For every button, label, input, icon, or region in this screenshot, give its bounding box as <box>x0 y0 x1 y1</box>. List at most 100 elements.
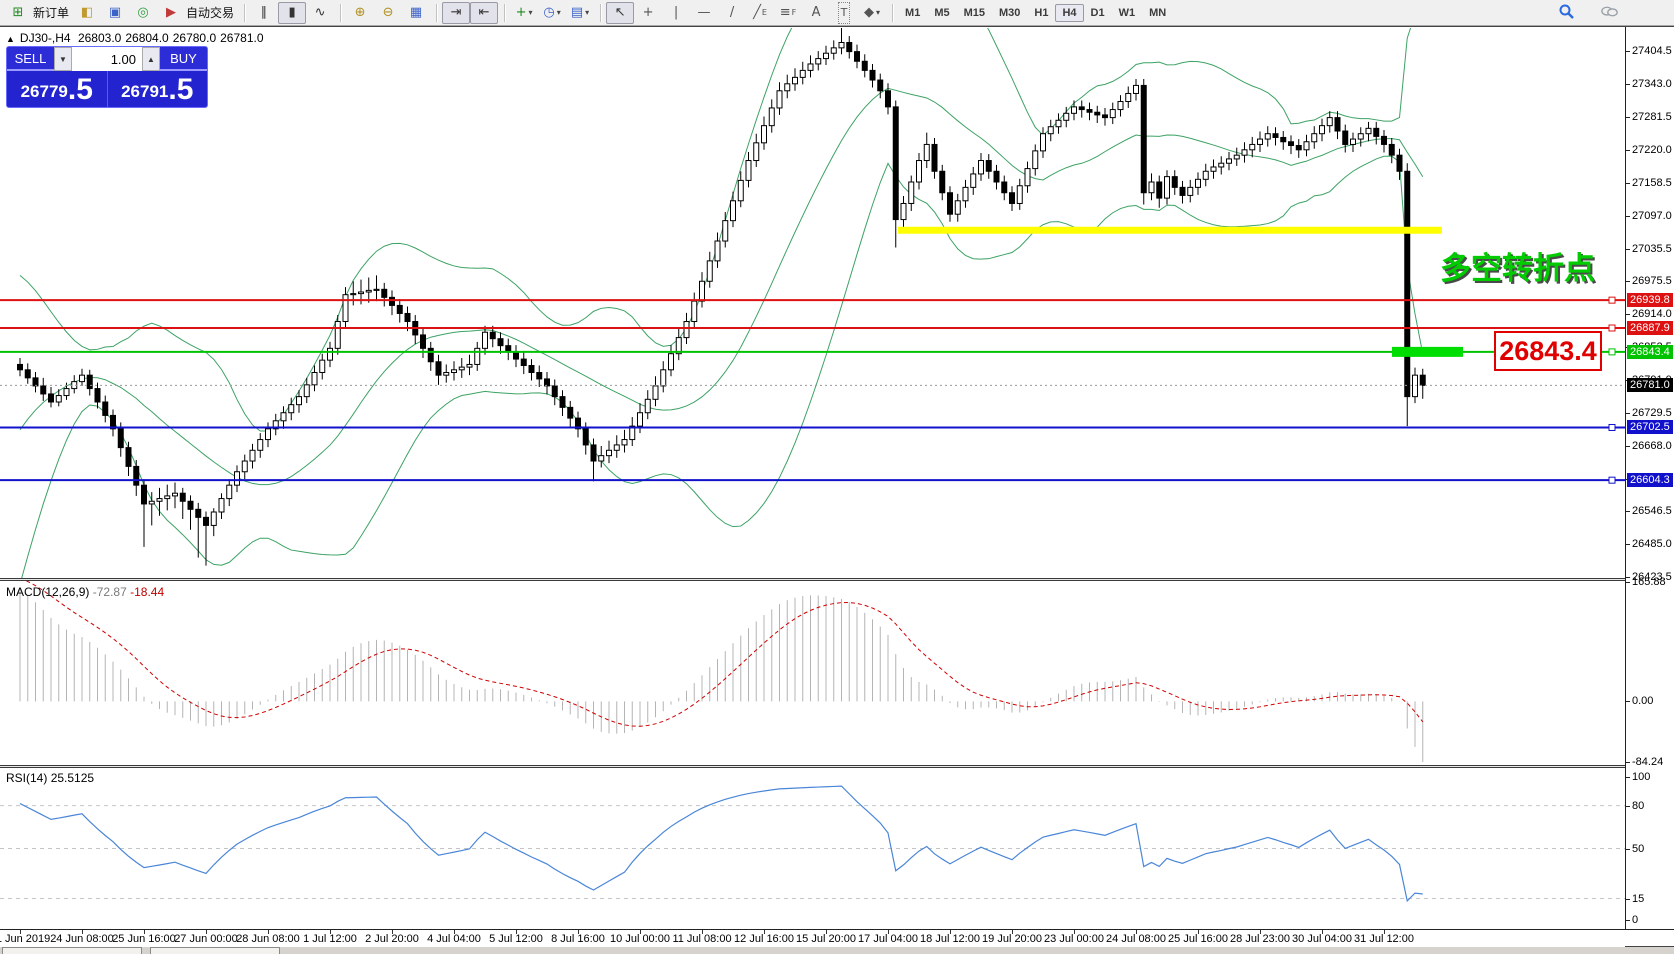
arrows-button[interactable]: ◆▾ <box>858 2 886 24</box>
line-anchor-marker[interactable] <box>1609 297 1615 303</box>
candle-body <box>366 290 371 292</box>
cursor-button[interactable]: ↖ <box>606 2 634 24</box>
candle-body <box>684 322 689 338</box>
volume-input[interactable] <box>72 47 142 71</box>
auto-scroll-button[interactable]: ⇥ <box>442 2 470 24</box>
chart-tab[interactable] <box>2 947 142 954</box>
candle-body <box>1211 167 1216 171</box>
zoom-in-button[interactable]: ⊕ <box>346 2 374 24</box>
volume-decrease-button[interactable]: ▼ <box>54 47 72 71</box>
price-chart-pane[interactable] <box>0 28 1625 578</box>
rsi-pane[interactable] <box>0 768 1625 929</box>
sell-button[interactable]: SELL <box>7 47 54 71</box>
candle-body <box>49 394 54 402</box>
rsi-scale-label: 0 <box>1632 914 1638 926</box>
chart-tab[interactable] <box>150 947 280 954</box>
autotrading-button-label[interactable]: 自动交易 <box>186 4 234 21</box>
candle-body <box>1103 115 1108 118</box>
bar-chart-button[interactable]: ∥ <box>250 2 278 24</box>
line-anchor-marker[interactable] <box>1609 349 1615 355</box>
trendline-button[interactable]: / <box>718 2 746 24</box>
crosshair-icon: + <box>643 3 654 23</box>
candle-body <box>467 364 472 367</box>
buy-button[interactable]: BUY <box>160 47 207 71</box>
time-axis[interactable]: 21 Jun 201924 Jun 08:0025 Jun 16:0027 Ju… <box>0 930 1625 947</box>
candle-body <box>560 397 565 408</box>
rsi-line <box>20 786 1423 901</box>
timeframe-m30[interactable]: M30 <box>992 4 1027 22</box>
volume-increase-button[interactable]: ▲ <box>142 47 160 71</box>
indicators-button[interactable]: +▾ <box>510 2 538 24</box>
search-icon[interactable] <box>1558 3 1575 20</box>
buy-price[interactable]: 26791.5 <box>108 71 208 107</box>
timeframe-d1[interactable]: D1 <box>1084 4 1112 22</box>
turning-point-annotation[interactable]: 多空转折点 <box>1440 243 1595 288</box>
profiles-button[interactable]: ▣ <box>101 2 129 24</box>
candle-body <box>304 385 309 397</box>
candle-body <box>545 379 550 386</box>
macd-pane[interactable] <box>0 580 1625 765</box>
chart-shift-button[interactable]: ⇤ <box>470 2 498 24</box>
candle-body <box>886 91 891 107</box>
candle-body <box>1041 134 1046 151</box>
dropdown-caret-icon[interactable]: ▾ <box>557 3 561 23</box>
dropdown-caret-icon[interactable]: ▾ <box>528 3 532 23</box>
new-order-button[interactable]: ⊞ <box>4 2 32 24</box>
rsi-pane-splitter[interactable] <box>0 765 1674 768</box>
periods-button[interactable]: ◷▾ <box>538 2 566 24</box>
fibonacci-button[interactable]: ≡F <box>774 2 802 24</box>
macd-pane-splitter[interactable] <box>0 578 1674 581</box>
timeframe-w1[interactable]: W1 <box>1112 4 1143 22</box>
dropdown-caret-icon[interactable]: ▾ <box>876 3 880 23</box>
line-anchor-marker[interactable] <box>1609 477 1615 483</box>
equidistant-channel-button[interactable]: ╱E <box>746 2 774 24</box>
timeframe-m15[interactable]: M15 <box>957 4 992 22</box>
autotrading-icon: ▶ <box>166 3 176 23</box>
horizontal-line-button[interactable]: — <box>690 2 718 24</box>
macd-scale-label: 165.88 <box>1632 576 1666 588</box>
timeframe-m1[interactable]: M1 <box>898 4 927 22</box>
line-anchor-marker[interactable] <box>1609 424 1615 430</box>
timeframe-h1[interactable]: H1 <box>1027 4 1055 22</box>
trendline-icon: / <box>730 3 734 23</box>
candle-body <box>1072 107 1077 113</box>
axis-tick-mark <box>1626 51 1630 52</box>
candle-body <box>583 429 588 445</box>
timeframe-h4[interactable]: H4 <box>1055 4 1083 22</box>
sell-price[interactable]: 26779.5 <box>7 71 108 107</box>
price-axis[interactable]: 27404.527343.027281.527220.027158.527097… <box>1626 27 1674 929</box>
autotrading-button[interactable]: ▶ <box>157 2 185 24</box>
timeframe-mn[interactable]: MN <box>1142 4 1173 22</box>
vertical-line-button[interactable]: | <box>662 2 690 24</box>
timeframe-m5[interactable]: M5 <box>927 4 956 22</box>
templates-button[interactable]: ▤▾ <box>566 2 594 24</box>
line-chart-button[interactable]: ∿ <box>306 2 334 24</box>
community-chat-icon[interactable] <box>1601 3 1618 20</box>
one-click-collapse-arrow[interactable]: ▲ <box>6 34 15 44</box>
candle-body <box>382 289 387 297</box>
candlestick-chart-button[interactable]: ▮ <box>278 2 306 24</box>
price-callout-box[interactable]: 26843.4 <box>1494 331 1602 371</box>
text-button[interactable]: A <box>802 2 830 24</box>
candle-body <box>645 399 650 412</box>
styler-button[interactable]: ◧ <box>73 2 101 24</box>
tile-windows-button[interactable]: ▦ <box>402 2 430 24</box>
zoom-out-button[interactable]: ⊖ <box>374 2 402 24</box>
crosshair-button[interactable]: + <box>634 2 662 24</box>
candle-body <box>1366 128 1371 133</box>
dropdown-caret-icon[interactable]: ▾ <box>585 3 589 23</box>
candle-body <box>196 509 201 517</box>
axis-tick-mark <box>1626 544 1630 545</box>
text-label-button[interactable]: T <box>830 2 858 24</box>
candle-body <box>452 370 457 373</box>
candle-body <box>289 405 294 413</box>
candle-body <box>994 171 999 182</box>
sell-price-pips: .5 <box>68 75 93 105</box>
signals-button[interactable]: ◎ <box>129 2 157 24</box>
candle-body <box>878 80 883 91</box>
candle-body <box>1382 136 1387 144</box>
new-order-button-label[interactable]: 新订单 <box>33 4 69 21</box>
candle-body <box>1149 182 1154 193</box>
toolbar: ⊞新订单◧▣◎ ▶ 自动交易 ∥▮∿ ⊕⊖▦ ⇥⇤ +▾◷▾▤▾ ↖ + |— / ╱E≡FAT◆▾ M… <box>0 0 1674 26</box>
line-anchor-marker[interactable] <box>1609 325 1615 331</box>
